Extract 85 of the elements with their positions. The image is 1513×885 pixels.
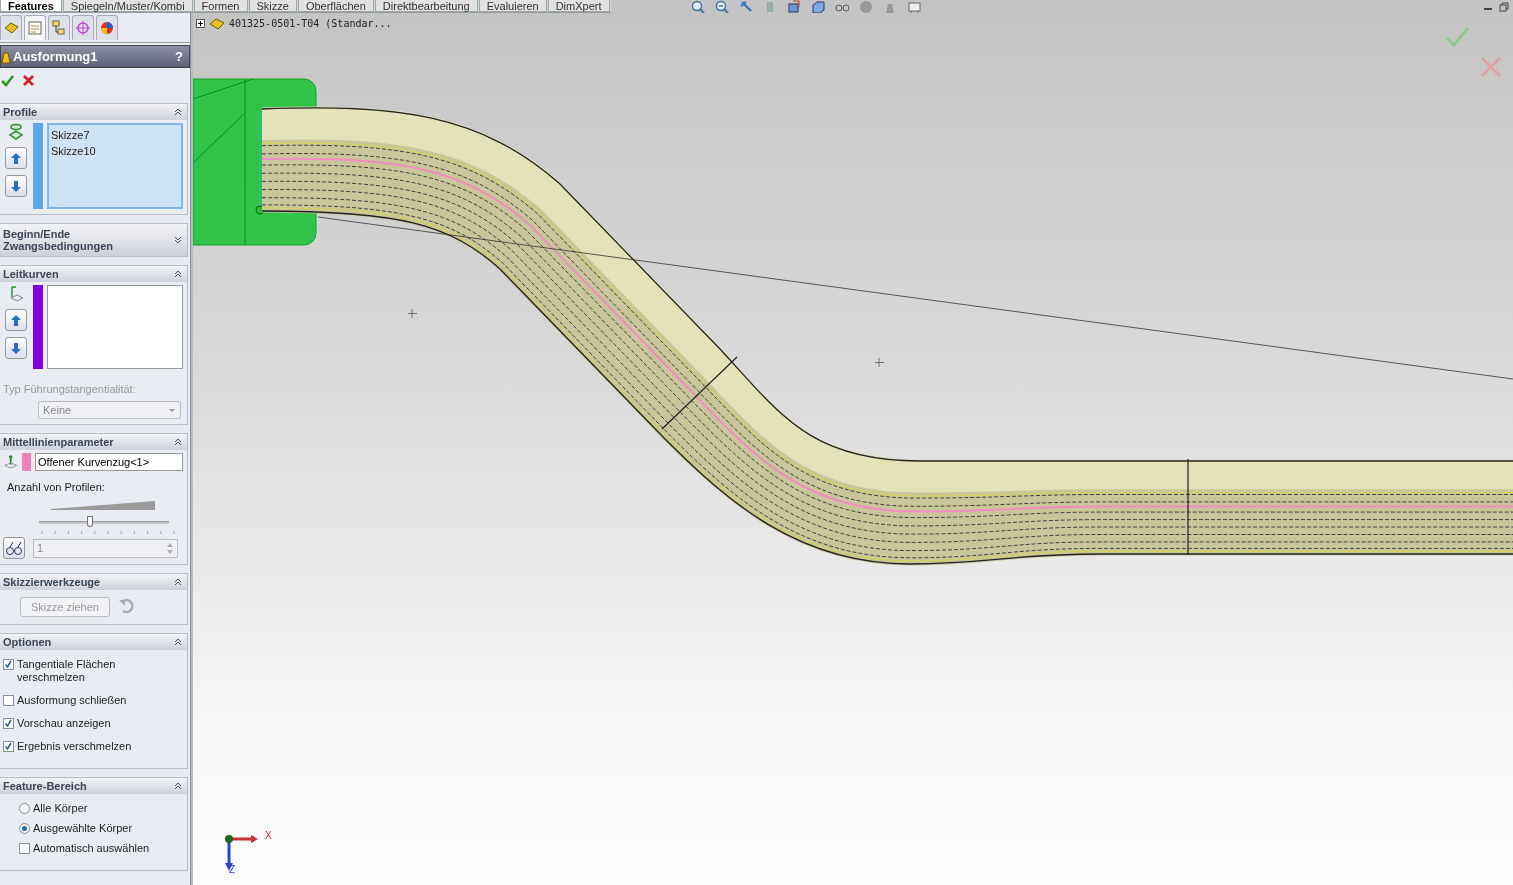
option-label: Vorschau anzeigen <box>17 717 111 730</box>
collapse-icon <box>173 436 183 448</box>
move-down-button[interactable] <box>5 337 27 359</box>
collapse-icon <box>173 106 183 118</box>
restore-icon[interactable] <box>1499 1 1509 12</box>
help-button[interactable]: ? <box>169 49 189 64</box>
collapse-icon <box>173 636 183 648</box>
move-up-button[interactable] <box>5 147 27 169</box>
expand-icon[interactable] <box>196 19 205 28</box>
slider-track[interactable] <box>39 516 169 528</box>
command-tab[interactable]: Direktbearbeitung <box>374 0 478 12</box>
command-tab[interactable]: Formen <box>193 0 248 12</box>
axis-label: X <box>265 831 272 841</box>
checkbox[interactable] <box>3 695 14 706</box>
tick-icon <box>4 660 13 669</box>
checkbox[interactable] <box>3 741 14 752</box>
profile-icon <box>7 123 25 141</box>
option-label: Tangentiale Flächen verschmelzen <box>17 658 117 684</box>
ramp-icon <box>51 499 155 510</box>
zoom-out-icon[interactable] <box>714 0 729 14</box>
move-up-button[interactable] <box>5 309 27 331</box>
glasses-icon <box>5 540 23 556</box>
arrow-up-icon <box>9 150 23 166</box>
collapse-icon <box>173 576 183 588</box>
checkmark-icon[interactable] <box>0 73 15 88</box>
tick-icon <box>4 742 13 751</box>
section-header[interactable]: Profile <box>0 104 187 120</box>
axis-label: Z <box>229 865 236 875</box>
tree-item-label[interactable]: 401325-0501-T04 (Standar... <box>229 18 392 29</box>
appearance-icon <box>98 19 116 37</box>
pointer-icon[interactable] <box>738 0 753 14</box>
command-tab[interactable]: Skizze <box>248 0 297 12</box>
crosshair-icon <box>408 309 417 318</box>
arrow-up-icon <box>9 312 23 328</box>
arrow-down-icon <box>9 340 23 356</box>
panel-tab[interactable] <box>72 15 94 40</box>
panel-tab[interactable] <box>96 15 118 40</box>
command-tab[interactable]: DimXpert <box>547 0 610 12</box>
profile-list[interactable]: Skizze7 Skizze10 <box>47 123 183 209</box>
arrow-down-icon <box>9 178 23 194</box>
close-icon[interactable] <box>21 73 36 88</box>
panel-title: Ausformung1 <box>12 49 99 64</box>
centerline-icon <box>3 453 19 471</box>
list-item[interactable]: Skizze10 <box>51 143 179 159</box>
command-tab[interactable]: Oberflächen <box>297 0 374 12</box>
collapse-icon <box>173 268 183 280</box>
dropdown-arrow-icon <box>168 407 176 413</box>
checkmark-icon[interactable] <box>1445 25 1471 49</box>
option-label: Automatisch auswählen <box>33 842 150 855</box>
field-label: Typ Führungstangentialität: <box>3 383 137 395</box>
expand-icon <box>173 234 183 246</box>
section-header[interactable]: Beginn/Ende Zwangsbedingungen <box>0 224 187 256</box>
move-down-button[interactable] <box>5 175 27 197</box>
section-header[interactable]: Optionen <box>0 634 187 650</box>
undo-icon[interactable] <box>117 598 134 614</box>
option-label: Alle Körper <box>33 802 88 815</box>
option-label: Ergebnis verschmelzen <box>17 740 132 753</box>
crosshair-icon <box>74 19 92 37</box>
property-sheet-icon <box>26 19 44 37</box>
guide-curve-list[interactable] <box>47 285 183 369</box>
checkbox[interactable] <box>3 659 14 670</box>
panel-tab[interactable] <box>24 15 46 40</box>
radio-button[interactable] <box>19 803 30 814</box>
command-tab[interactable]: Spiegeln/Muster/Kombi <box>62 0 193 12</box>
section-header[interactable]: Feature-Bereich <box>0 778 187 794</box>
command-tab[interactable]: Evaluieren <box>478 0 547 12</box>
crosshair-icon <box>875 358 884 367</box>
checkbox[interactable] <box>3 718 14 729</box>
field-label: Anzahl von Profilen: <box>7 481 106 493</box>
tick-icon <box>4 719 13 728</box>
preview-button[interactable] <box>3 537 25 559</box>
panel-tab[interactable] <box>0 15 22 40</box>
radio-button[interactable] <box>19 823 30 834</box>
panel-tab[interactable] <box>48 15 70 40</box>
option-label: Ausgewählte Körper <box>33 822 133 835</box>
checkbox[interactable] <box>19 843 30 854</box>
command-tab[interactable]: Features <box>0 0 62 12</box>
zoom-icon[interactable] <box>690 0 705 14</box>
list-item[interactable]: Skizze7 <box>51 127 179 143</box>
view-orientation-icon[interactable] <box>786 0 801 14</box>
part-icon <box>208 16 226 31</box>
monitor-icon[interactable] <box>906 0 921 14</box>
option-label: Ausformung schließen <box>17 694 127 707</box>
tree-icon <box>50 19 68 37</box>
collapse-icon <box>173 780 183 792</box>
